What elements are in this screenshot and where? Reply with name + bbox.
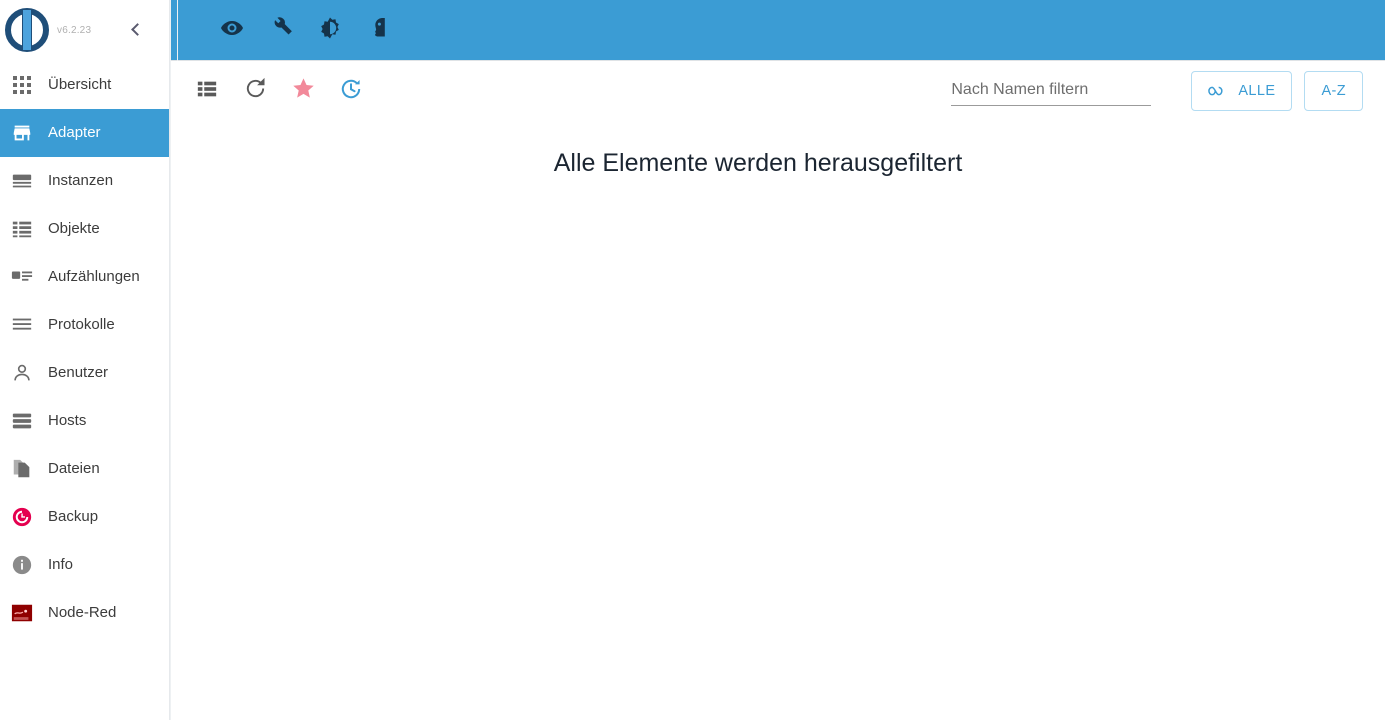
logo-bar — [22, 9, 32, 50]
iobroker-logo-icon — [3, 7, 51, 55]
sidebar-item-info[interactable]: Info — [0, 541, 169, 589]
empty-state-message: Alle Elemente werden herausgefiltert — [553, 149, 963, 177]
admin-app: v6.2.23 Übersicht Adapter Instanzen Obje… — [0, 0, 1385, 720]
star-icon — [291, 76, 316, 106]
chevron-left-icon — [131, 22, 144, 36]
list-view-button[interactable] — [189, 73, 225, 109]
brand-header: v6.2.23 — [0, 0, 169, 61]
sidebar-item-label: Protokolle — [48, 316, 115, 333]
check-updates-button[interactable] — [333, 73, 369, 109]
sidebar-item-objekte[interactable]: Objekte — [0, 205, 169, 253]
sidebar-item-label: Dateien — [48, 460, 100, 477]
node-red-icon — [10, 601, 34, 625]
refresh-icon — [244, 77, 267, 105]
sidebar-item-label: Hosts — [48, 412, 87, 429]
sidebar-item-label: Benutzer — [48, 364, 109, 381]
sidebar-item-label: Übersicht — [48, 76, 112, 93]
sidebar-item-adapter[interactable]: Adapter — [0, 109, 169, 157]
sidebar-item-instanzen[interactable]: Instanzen — [0, 157, 169, 205]
sidebar-item-node-red[interactable]: Node-Red — [0, 589, 169, 637]
show-all-label: ALLE — [1238, 83, 1276, 99]
art-track-icon — [10, 265, 34, 289]
sidebar-item-label: Info — [48, 556, 74, 573]
sidebar-item-label: Objekte — [48, 220, 100, 237]
sidebar-item-label: Backup — [48, 508, 99, 525]
sidebar-item-label: Adapter — [48, 124, 101, 141]
update-clock-icon — [339, 77, 363, 106]
top-app-bar — [171, 0, 1385, 61]
grid-icon — [10, 73, 34, 97]
sidebar-item-aufzaehlungen[interactable]: Aufzählungen — [0, 253, 169, 301]
filter-by-name-input[interactable] — [951, 76, 1152, 106]
user-menu-button[interactable] — [355, 6, 403, 54]
wrench-icon — [269, 16, 293, 45]
sidebar-item-backup[interactable]: Backup — [0, 493, 169, 541]
theme-toggle-button[interactable] — [306, 6, 354, 54]
sort-az-label: A-Z — [1321, 83, 1346, 99]
system-settings-button[interactable] — [257, 6, 305, 54]
sidebar-item-dateien[interactable]: Dateien — [0, 445, 169, 493]
sidebar-collapse-button[interactable] — [125, 18, 147, 40]
sort-az-button[interactable]: A-Z — [1304, 71, 1363, 111]
infinity-icon — [1208, 84, 1230, 98]
refresh-button[interactable] — [237, 73, 273, 109]
sidebar-item-hosts[interactable]: Hosts — [0, 397, 169, 445]
lines-icon — [10, 313, 34, 337]
sidebar-item-uebersicht[interactable]: Übersicht — [0, 61, 169, 109]
show-all-button[interactable]: ALLE — [1191, 71, 1293, 111]
expert-mode-button[interactable] — [208, 6, 256, 54]
info-circle-icon — [10, 553, 34, 577]
files-icon — [10, 457, 34, 481]
sidebar-nav: Übersicht Adapter Instanzen Objekte Aufz… — [0, 61, 169, 637]
app-version: v6.2.23 — [57, 25, 92, 36]
filter-field-wrapper — [951, 76, 1152, 106]
backup-clock-icon — [10, 505, 34, 529]
adapters-toolbar: ALLE A-Z — [171, 61, 1385, 121]
favorites-filter-button[interactable] — [285, 73, 321, 109]
store-icon — [10, 121, 34, 145]
eye-icon — [220, 16, 244, 45]
brightness-icon — [318, 16, 342, 45]
storage-icon — [10, 409, 34, 433]
list-view-icon — [196, 78, 218, 105]
sidebar-item-label: Aufzählungen — [48, 268, 140, 285]
sidebar-item-benutzer[interactable]: Benutzer — [0, 349, 169, 397]
sidebar-item-label: Node-Red — [48, 604, 117, 621]
toolbar-right-group: ALLE A-Z — [951, 71, 1363, 111]
sidebar-item-label: Instanzen — [48, 172, 114, 189]
sidebar: v6.2.23 Übersicht Adapter Instanzen Obje… — [0, 0, 170, 720]
main-region: ALLE A-Z Alle Elemente werden herausgefi… — [170, 0, 1385, 720]
head-icon — [367, 16, 391, 45]
adapters-page: ALLE A-Z Alle Elemente werden herausgefi… — [171, 61, 1385, 720]
sidebar-item-protokolle[interactable]: Protokolle — [0, 301, 169, 349]
server-icon — [10, 169, 34, 193]
table-rows-icon — [10, 217, 34, 241]
person-icon — [10, 361, 34, 385]
